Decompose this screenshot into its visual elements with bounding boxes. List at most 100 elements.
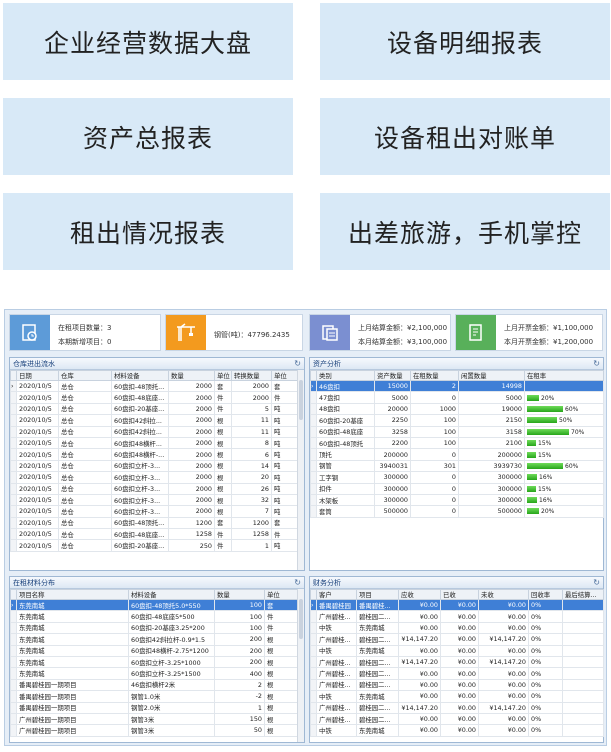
table-row[interactable]: 2020/10/5 总仓 60盘扣42斜拉... 2000 根 11 吨 [10, 425, 299, 438]
table-cell: 碧桂园二... [356, 610, 399, 623]
table-row[interactable]: 广州碧桂... 碧桂园二... ¥14,147.20 ¥0.00 ¥14,147.20 0… [310, 633, 604, 646]
table-row[interactable]: 东莞南城 60盘扣-20基座3.25*200 100 件 [10, 621, 299, 635]
warehouse-scrollbar[interactable] [297, 370, 304, 570]
table-cell: 总仓 [58, 448, 112, 461]
table-cell: 26 [231, 482, 272, 495]
table-row[interactable]: 广州碧桂... 碧桂园二... ¥14,147.20 ¥0.00 ¥14,147.20 0… [310, 701, 604, 714]
table-row[interactable]: 东莞南城 60盘扣42斜拉杆-0.9*1.5 200 根 [10, 633, 299, 646]
table-cell: 碧桂园二... [356, 712, 399, 726]
tile-equipment-detail-report[interactable]: 设备明细报表 [320, 3, 610, 80]
table-row[interactable]: 东莞南城 60盘扣-48底座5*500 100 件 [10, 610, 299, 623]
column-header[interactable]: 类别 [316, 370, 375, 381]
table-cell: 2100 [458, 436, 525, 450]
table-row[interactable]: 广州碧桂... 碧桂园二... ¥0.00 ¥0.00 ¥0.00 0% [310, 610, 604, 623]
table-row[interactable]: › 番禺碧桂园 番禺碧桂... ¥0.00 ¥0.00 ¥0.00 0% [310, 598, 604, 612]
column-header[interactable]: 数量 [214, 589, 265, 600]
table-row[interactable]: 2020/10/5 总仓 60盘扣立杆-3... 2000 根 7 吨 [10, 505, 299, 518]
table-row[interactable]: 2020/10/5 总仓 60盘扣-20基座... 250 件 1 吨 [10, 539, 299, 552]
column-header[interactable]: 单位 [264, 589, 299, 600]
column-header[interactable]: 数量 [168, 370, 215, 381]
table-row[interactable]: › 2020/10/5 总仓 60盘扣-48顶托... 2000 套 2000 套 [10, 379, 299, 393]
table-cell [562, 610, 604, 623]
table-row[interactable]: 东莞南城 60盘扣立杆-3.25*1000 200 根 [10, 655, 299, 669]
table-row[interactable]: 2020/10/5 总仓 60盘扣-48底座... 2000 件 2000 件 [10, 391, 299, 404]
column-header[interactable]: 日期 [16, 370, 59, 381]
table-row[interactable]: 2020/10/5 总仓 60盘扣立杆-3... 2000 根 14 吨 [10, 459, 299, 473]
table-row[interactable]: 60盘扣-48底座 3258 100 3158 70% [310, 425, 604, 438]
table-row[interactable]: 广州碧桂园一期项目 钢管3米 50 根 [10, 724, 299, 737]
table-cell: 2000 [168, 414, 215, 427]
table-row[interactable]: 钢管 3940031 301 3939730 60% [310, 459, 604, 473]
table-row[interactable]: 2020/10/5 总仓 60盘扣48横杆-... 2000 根 6 吨 [10, 448, 299, 461]
column-header[interactable]: 客户 [316, 589, 357, 600]
table-row[interactable]: 2020/10/5 总仓 60盘扣-48顶托... 1200 套 1200 套 [10, 516, 299, 530]
column-header[interactable]: 应收 [398, 589, 441, 600]
tile-asset-summary-report[interactable]: 资产总报表 [3, 98, 293, 175]
finance-table: 客户 项目 应收 已收 未收 回收率 最后结算... › 番禺碧桂园 番禺碧桂... ¥0.00 ¥… [310, 589, 604, 737]
table-cell: 2020/10/5 [16, 448, 59, 461]
table-cell: 件 [271, 391, 299, 404]
column-header[interactable]: 材料设备 [111, 370, 169, 381]
column-header[interactable]: 项目名称 [16, 589, 129, 600]
column-header[interactable]: 资产数量 [374, 370, 411, 381]
tile-business-dashboard[interactable]: 企业经营数据大盘 [3, 3, 293, 80]
refresh-icon[interactable]: ↻ [593, 577, 600, 589]
table-row[interactable]: 广州碧桂... 碧桂园二... ¥0.00 ¥0.00 ¥0.00 0% [310, 667, 604, 680]
refresh-icon[interactable]: ↻ [593, 358, 600, 370]
table-row[interactable]: 2020/10/5 总仓 60盘扣立杆-3... 2000 根 20 吨 [10, 471, 299, 484]
table-row[interactable]: 顶托 200000 0 200000 15% [310, 448, 604, 461]
column-header[interactable]: 回收率 [528, 589, 563, 600]
column-header[interactable]: 未收 [478, 589, 529, 600]
table-row[interactable]: 60盘扣-48顶托 2200 100 2100 15% [310, 436, 604, 450]
table-row[interactable]: 47盘扣 5000 0 5000 20% [310, 391, 604, 404]
table-row[interactable]: 60盘扣-20基座 2250 100 2150 50% [310, 414, 604, 427]
table-row[interactable]: 番禺碧桂园一期项目 46盘扣横杆2米 2 根 [10, 678, 299, 692]
column-header[interactable]: 闲置数量 [458, 370, 525, 381]
column-header[interactable]: 在租率 [524, 370, 604, 381]
column-header[interactable]: 材料设备 [128, 589, 215, 600]
refresh-icon[interactable]: ↻ [294, 358, 301, 370]
table-row[interactable]: 扣件 300000 0 300000 15% [310, 482, 604, 495]
table-row[interactable]: 番禺碧桂园一期项目 钢管1.0米 -2 根 [10, 690, 299, 703]
table-row[interactable]: 2020/10/5 总仓 60盘扣-20基座... 2000 件 5 吨 [10, 402, 299, 416]
table-row[interactable]: 广州碧桂... 碧桂园二... ¥0.00 ¥0.00 ¥0.00 0% [310, 712, 604, 726]
table-row[interactable]: 木架板 300000 0 300000 16% [310, 493, 604, 507]
table-row[interactable]: 48盘扣 20000 1000 19000 60% [310, 402, 604, 416]
table-cell: 0 [410, 391, 459, 404]
table-row[interactable]: 东莞南城 60盘扣48横杆-2.75*1200 200 根 [10, 644, 299, 657]
table-row[interactable]: 广州碧桂... 碧桂园二... ¥14,147.20 ¥0.00 ¥14,147.20 0… [310, 655, 604, 669]
table-cell: 吨 [271, 402, 299, 416]
table-cell: 400 [214, 667, 265, 680]
tile-rental-status-report[interactable]: 租出情况报表 [3, 193, 293, 270]
table-row[interactable]: 番禺碧桂园一期项目 钢管2.0米 1 根 [10, 701, 299, 714]
column-header[interactable]: 单位 [271, 370, 299, 381]
table-row[interactable]: 2020/10/5 总仓 60盘扣48横杆... 2000 根 8 吨 [10, 436, 299, 450]
table-row[interactable]: 2020/10/5 总仓 60盘扣立杆-3... 2000 根 32 吨 [10, 493, 299, 507]
column-header[interactable]: 仓库 [58, 370, 112, 381]
table-row[interactable]: › 东莞南城 60盘扣-48顶托5.0*550 100 套 [10, 598, 299, 612]
table-row[interactable]: 广州碧桂园一期项目 钢管3米 150 根 [10, 712, 299, 726]
table-row[interactable]: 中铁 东莞南城 ¥0.00 ¥0.00 ¥0.00 0% [310, 621, 604, 635]
column-header[interactable]: 最后结算... [562, 589, 604, 600]
column-header[interactable]: 转换数量 [231, 370, 272, 381]
table-row[interactable]: 2020/10/5 总仓 60盘扣立杆-3... 2000 根 26 吨 [10, 482, 299, 495]
table-row[interactable]: 中铁 东莞南城 ¥0.00 ¥0.00 ¥0.00 0% [310, 724, 604, 737]
table-cell: 中铁 [316, 724, 357, 737]
column-header[interactable]: 在租数量 [410, 370, 459, 381]
refresh-icon[interactable]: ↻ [294, 577, 301, 589]
table-row[interactable]: 2020/10/5 总仓 60盘扣-48底座... 1258 件 1258 件 [10, 528, 299, 541]
rental-scrollbar[interactable] [297, 589, 304, 742]
table-row[interactable]: 工字钢 300000 0 300000 16% [310, 471, 604, 484]
tile-rental-statement[interactable]: 设备租出对账单 [320, 98, 610, 175]
tile-mobile-control[interactable]: 出差旅游，手机掌控 [320, 193, 610, 270]
column-header[interactable]: 单位 [214, 370, 232, 381]
table-row[interactable]: 2020/10/5 总仓 60盘扣42斜拉... 2000 根 11 吨 [10, 414, 299, 427]
table-row[interactable]: 中铁 东莞南城 ¥0.00 ¥0.00 ¥0.00 0% [310, 644, 604, 657]
table-row[interactable]: 广州碧桂... 碧桂园二... ¥0.00 ¥0.00 ¥0.00 0% [310, 678, 604, 692]
table-row[interactable]: › 46盘扣 15000 2 14998 [310, 379, 604, 393]
column-header[interactable]: 项目 [356, 589, 399, 600]
table-row[interactable]: 套筒 500000 0 500000 20% [310, 505, 604, 518]
table-row[interactable]: 中铁 东莞南城 ¥0.00 ¥0.00 ¥0.00 0% [310, 690, 604, 703]
table-row[interactable]: 东莞南城 60盘扣立杆-3.25*1500 400 根 [10, 667, 299, 680]
column-header[interactable]: 已收 [440, 589, 479, 600]
